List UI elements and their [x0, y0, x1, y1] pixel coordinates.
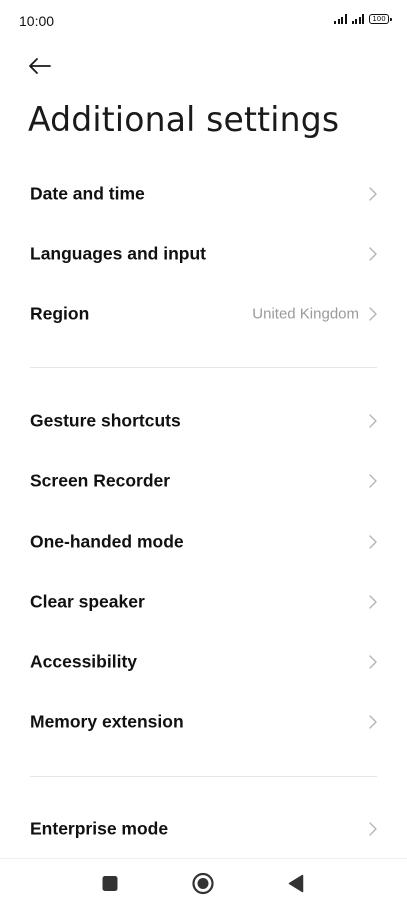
battery-icon: 100: [369, 14, 392, 24]
chevron-right-icon: [369, 822, 377, 836]
settings-item-date-and-time[interactable]: Date and time: [0, 164, 407, 224]
item-label: Languages and input: [30, 243, 206, 264]
item-label: Accessibility: [30, 651, 137, 672]
item-label: Screen Recorder: [30, 470, 171, 491]
settings-item-accessibility[interactable]: Accessibility: [0, 632, 407, 692]
chevron-right-icon: [369, 414, 377, 428]
signal-icon: [334, 14, 347, 24]
settings-item-screen-recorder[interactable]: Screen Recorder: [0, 451, 407, 511]
chevron-right-icon: [369, 715, 377, 729]
recents-button[interactable]: [96, 869, 124, 897]
item-label: Date and time: [30, 183, 145, 204]
circle-icon: [192, 872, 214, 895]
item-label: Region: [30, 303, 90, 324]
settings-item-one-handed-mode[interactable]: One-handed mode: [0, 512, 407, 572]
page-title: Additional settings: [28, 100, 340, 140]
settings-item-languages-and-input[interactable]: Languages and input: [0, 224, 407, 284]
settings-item-gesture-shortcuts[interactable]: Gesture shortcuts: [0, 391, 407, 451]
settings-item-enterprise-mode[interactable]: Enterprise mode: [0, 799, 407, 859]
chevron-right-icon: [369, 595, 377, 609]
status-icons: 100: [334, 14, 392, 24]
square-icon: [102, 876, 118, 891]
navigation-bar: [0, 858, 407, 907]
settings-item-clear-speaker[interactable]: Clear speaker: [0, 572, 407, 632]
signal-icon-2: [351, 14, 364, 24]
back-button[interactable]: [24, 50, 56, 82]
arrow-left-icon: [29, 58, 51, 74]
section-divider: [30, 776, 377, 777]
chevron-right-icon: [369, 247, 377, 261]
status-time: 10:00: [19, 13, 55, 29]
chevron-right-icon: [369, 474, 377, 488]
item-label: Gesture shortcuts: [30, 410, 181, 431]
chevron-right-icon: [369, 655, 377, 669]
chevron-right-icon: [369, 187, 377, 201]
home-button[interactable]: [189, 869, 217, 897]
item-label: Clear speaker: [30, 591, 145, 612]
system-back-button[interactable]: [282, 869, 310, 897]
triangle-back-icon: [288, 874, 304, 893]
item-label: Enterprise mode: [30, 818, 169, 839]
item-label: Memory extension: [30, 711, 184, 732]
status-bar: 10:00 100: [0, 0, 407, 40]
chevron-right-icon: [369, 535, 377, 549]
settings-item-region[interactable]: Region United Kingdom: [0, 284, 407, 344]
chevron-right-icon: [369, 307, 377, 321]
settings-item-memory-extension[interactable]: Memory extension: [0, 692, 407, 752]
item-label: One-handed mode: [30, 531, 184, 552]
region-value: United Kingdom: [252, 305, 359, 323]
section-divider: [30, 367, 377, 368]
